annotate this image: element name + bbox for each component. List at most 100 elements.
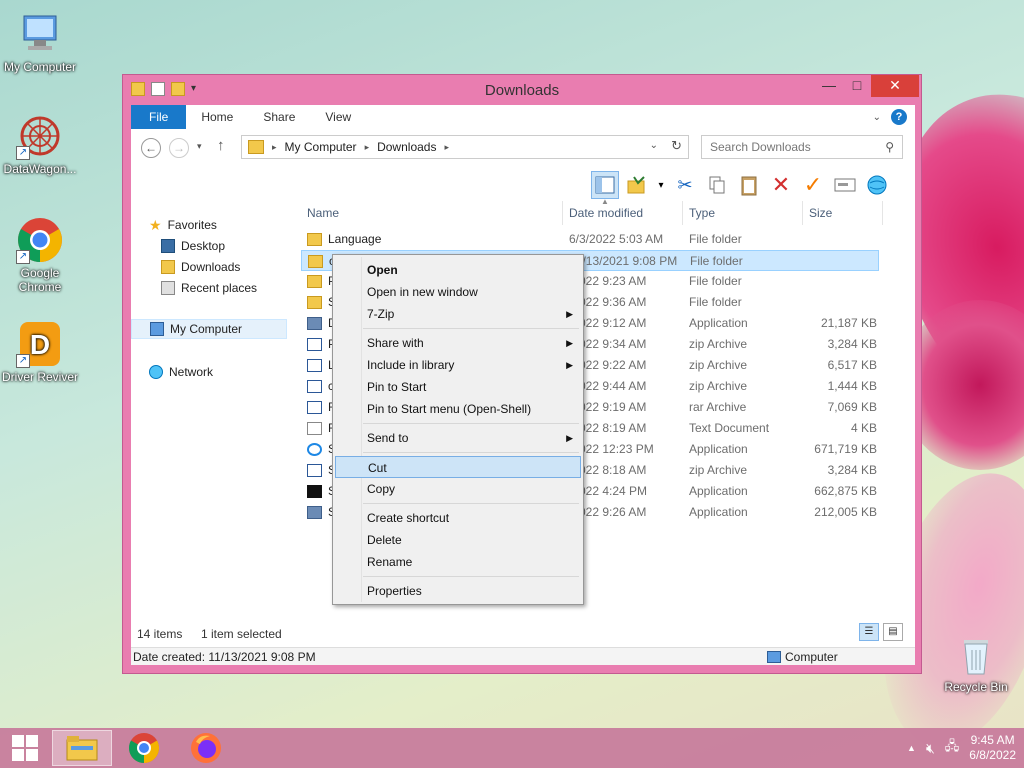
up-button[interactable]: ↑ [217, 137, 225, 154]
cut-icon[interactable]: ✂ [671, 171, 699, 199]
command-toolbar: ▾ ✂ ✕ ✓ [591, 169, 911, 201]
show-hidden-icons-icon[interactable]: ▲ [907, 743, 916, 753]
nav-label: Favorites [167, 218, 217, 232]
menu-separator [363, 503, 579, 504]
folder-icon [307, 296, 322, 309]
search-input[interactable]: Search Downloads ⚲ [701, 135, 903, 159]
chevron-right-icon[interactable]: ▸ [365, 142, 370, 153]
details-view-icon[interactable]: ☰ [859, 623, 879, 641]
title-bar[interactable]: ▾ Downloads — □ ✕ [123, 75, 921, 105]
copy-icon[interactable] [703, 171, 731, 199]
tab-share[interactable]: Share [248, 105, 310, 129]
start-button[interactable] [0, 730, 50, 766]
breadcrumb-downloads[interactable]: Downloads [377, 140, 436, 154]
menu-item-label: Share with [367, 336, 424, 350]
file-type: Text Document [689, 421, 770, 435]
forward-button[interactable]: → [169, 138, 189, 158]
preview-pane-button[interactable] [591, 171, 619, 199]
menu-item-pin-to-start-menu[interactable]: Pin to Start menu (Open-Shell) [335, 398, 581, 420]
item-count: 14 items [137, 627, 183, 641]
nav-recent-places[interactable]: Recent places [161, 278, 257, 298]
close-button[interactable]: ✕ [871, 75, 919, 97]
maximize-button[interactable]: □ [843, 75, 871, 97]
column-type[interactable]: Type [683, 201, 803, 225]
help-icon[interactable]: ? [891, 109, 907, 125]
file-size: 6,517 KB [827, 358, 877, 372]
menu-item-share-with[interactable]: Share with ▶ [335, 332, 581, 354]
menu-item-cut[interactable]: Cut [335, 456, 581, 478]
window-controls: — □ ✕ [815, 75, 919, 97]
selection-count: 1 item selected [201, 627, 282, 641]
nav-network[interactable]: Network [149, 362, 213, 382]
nav-downloads[interactable]: Downloads [161, 257, 240, 277]
menu-item-create-shortcut[interactable]: Create shortcut [335, 507, 581, 529]
file-size: 212,005 KB [814, 505, 877, 519]
file-name-cell: c [307, 376, 334, 397]
recent-locations-dropdown[interactable]: ▾ [197, 141, 202, 152]
file-row[interactable]: Language 6/3/2022 5:03 AM File folder [301, 229, 879, 250]
expand-ribbon-icon[interactable]: ⌄ [873, 112, 881, 123]
column-size[interactable]: Size [803, 201, 883, 225]
desktop-icon-driver-reviver[interactable]: D ↗ Driver Reviver [0, 320, 80, 384]
delete-icon[interactable]: ✕ [767, 171, 795, 199]
globe-icon[interactable] [863, 171, 891, 199]
nav-favorites[interactable]: ★ Favorites [149, 215, 217, 235]
menu-item-copy[interactable]: Copy [335, 478, 581, 500]
shortcut-arrow-icon: ↗ [16, 354, 30, 368]
menu-item-properties[interactable]: Properties [335, 580, 581, 602]
folder-icon [307, 275, 322, 288]
clock[interactable]: 9:45 AM 6/8/2022 [969, 733, 1016, 763]
search-icon: ⚲ [885, 140, 894, 154]
nav-my-computer[interactable]: My Computer [131, 319, 287, 339]
checkmark-icon[interactable]: ✓ [799, 171, 827, 199]
menu-separator [363, 452, 579, 453]
nav-desktop[interactable]: Desktop [161, 236, 225, 256]
paste-icon[interactable] [735, 171, 763, 199]
rename-icon[interactable] [831, 171, 859, 199]
firefox-icon [191, 733, 221, 763]
column-date-modified[interactable]: Date modified [563, 201, 683, 225]
menu-item-pin-to-start[interactable]: Pin to Start [335, 376, 581, 398]
menu-item-include-in-library[interactable]: Include in library ▶ [335, 354, 581, 376]
tab-home[interactable]: Home [186, 105, 248, 129]
desktop-icon-recycle-bin[interactable]: Recycle Bin [936, 630, 1016, 694]
file-type: File folder [689, 274, 742, 288]
minimize-button[interactable]: — [815, 75, 843, 97]
chevron-right-icon[interactable]: ▸ [444, 142, 449, 153]
file-size: 3,284 KB [827, 337, 877, 351]
back-button[interactable]: ← [141, 138, 161, 158]
large-icons-view-icon[interactable]: ▤ [883, 623, 903, 641]
menu-item-rename[interactable]: Rename [335, 551, 581, 573]
address-bar[interactable]: ▸ My Computer ▸ Downloads ▸ ⌄ ↻ [241, 135, 689, 159]
taskbar-file-explorer[interactable] [52, 730, 112, 766]
column-name[interactable]: Name [301, 201, 563, 225]
taskbar-firefox[interactable] [176, 730, 236, 766]
menu-item-open-new-window[interactable]: Open in new window [335, 281, 581, 303]
desktop-icon-label: Recycle Bin [944, 680, 1008, 694]
address-dropdown-icon[interactable]: ⌄ [650, 140, 658, 151]
file-type: File folder [690, 254, 743, 268]
desktop-icon-google-chrome[interactable]: ↗ Google Chrome [0, 216, 80, 294]
menu-item-delete[interactable]: Delete [335, 529, 581, 551]
menu-item-7zip[interactable]: 7-Zip ▶ [335, 303, 581, 325]
tab-view[interactable]: View [310, 105, 366, 129]
text-file-icon [307, 422, 322, 435]
chevron-right-icon[interactable]: ▸ [272, 142, 277, 153]
refresh-icon[interactable]: ↻ [671, 138, 682, 154]
file-type: zip Archive [689, 379, 748, 393]
file-type: zip Archive [689, 358, 748, 372]
taskbar-chrome[interactable] [114, 730, 174, 766]
folder-icon [307, 233, 322, 246]
desktop-icon-label: My Computer [3, 60, 77, 74]
file-size: 671,719 KB [814, 442, 877, 456]
desktop-icon-datawagon[interactable]: ↗ DataWagon... [0, 112, 80, 176]
dropdown-icon[interactable]: ▾ [655, 171, 667, 199]
desktop-icon-my-computer[interactable]: My Computer [0, 10, 80, 74]
menu-item-open[interactable]: Open [335, 259, 581, 281]
menu-item-send-to[interactable]: Send to ▶ [335, 427, 581, 449]
folder-options-icon[interactable] [623, 171, 651, 199]
volume-muted-icon[interactable]: 🔇︎ [926, 740, 935, 757]
breadcrumb-my-computer[interactable]: My Computer [285, 140, 357, 154]
tab-file[interactable]: File [131, 105, 187, 129]
network-icon[interactable]: 🖧︎ [945, 737, 960, 759]
